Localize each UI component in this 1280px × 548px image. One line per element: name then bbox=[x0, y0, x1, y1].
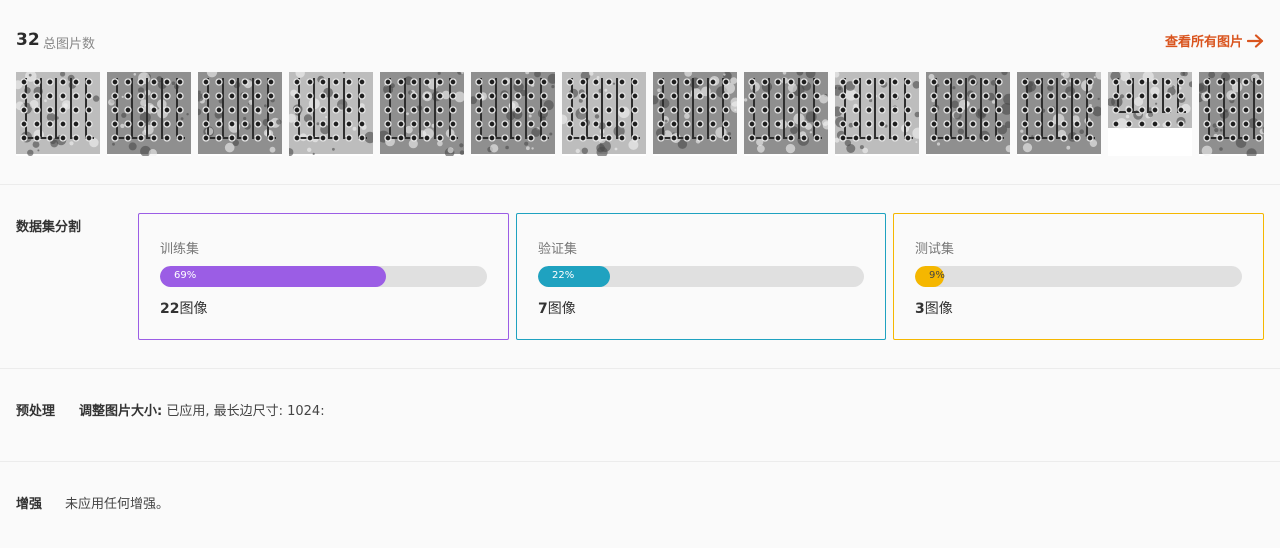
test-split-card: 测试集 9% 3图像 bbox=[893, 213, 1264, 340]
image-thumbnail[interactable] bbox=[380, 72, 464, 156]
image-thumbnail-strip bbox=[16, 72, 1264, 156]
image-thumbnail[interactable] bbox=[471, 72, 555, 156]
dataset-split-title: 数据集分割 bbox=[16, 220, 82, 235]
image-count: 32 bbox=[16, 30, 40, 50]
image-thumbnail[interactable] bbox=[653, 72, 737, 156]
image-thumbnail[interactable] bbox=[1017, 72, 1101, 156]
divider bbox=[0, 461, 1280, 462]
divider bbox=[0, 184, 1280, 185]
divider bbox=[0, 368, 1280, 369]
valid-split-card: 验证集 22% 7图像 bbox=[516, 213, 886, 340]
split-progress-track: 9% bbox=[915, 266, 1242, 287]
split-image-count: 22图像 bbox=[160, 301, 208, 317]
image-thumbnail[interactable] bbox=[107, 72, 191, 156]
image-thumbnail[interactable] bbox=[16, 72, 100, 156]
split-name: 训练集 bbox=[160, 242, 200, 257]
train-split-card: 训练集 69% 22图像 bbox=[138, 213, 509, 340]
image-thumbnail[interactable] bbox=[1199, 72, 1264, 156]
split-image-count: 7图像 bbox=[538, 301, 576, 317]
preprocessing-title: 预处理 bbox=[16, 404, 56, 419]
split-percent: 22% bbox=[552, 270, 575, 281]
split-percent: 69% bbox=[174, 270, 197, 281]
preprocessing-resize-label: 调整图片大小: bbox=[79, 404, 163, 419]
split-progress-track: 69% bbox=[160, 266, 487, 287]
image-thumbnail[interactable] bbox=[926, 72, 1010, 156]
preprocessing-resize-value: 已应用, 最长边尺寸: 1024: bbox=[166, 404, 325, 419]
image-thumbnail[interactable] bbox=[562, 72, 646, 156]
arrow-right-icon bbox=[1247, 33, 1264, 48]
augmentation-text: 未应用任何增强。 bbox=[65, 497, 170, 512]
split-image-count: 3图像 bbox=[915, 301, 953, 317]
split-name: 测试集 bbox=[915, 242, 955, 257]
split-progress-track: 22% bbox=[538, 266, 864, 287]
image-thumbnail[interactable] bbox=[835, 72, 919, 156]
preprocessing-resize: 调整图片大小: 已应用, 最长边尺寸: 1024: bbox=[79, 400, 325, 419]
split-name: 验证集 bbox=[538, 242, 578, 257]
image-count-label: 总图片数 bbox=[43, 37, 96, 52]
image-thumbnail[interactable] bbox=[1108, 72, 1192, 156]
images-header: 32 总图片数 查看所有图片 bbox=[16, 28, 1264, 56]
image-thumbnail[interactable] bbox=[744, 72, 828, 156]
augmentation-title: 增强 bbox=[16, 497, 43, 512]
split-percent: 9% bbox=[929, 270, 945, 281]
view-all-images-label: 查看所有图片 bbox=[1164, 35, 1243, 50]
image-thumbnail[interactable] bbox=[198, 72, 282, 156]
image-thumbnail[interactable] bbox=[289, 72, 373, 156]
view-all-images-link[interactable]: 查看所有图片 bbox=[1165, 31, 1264, 50]
